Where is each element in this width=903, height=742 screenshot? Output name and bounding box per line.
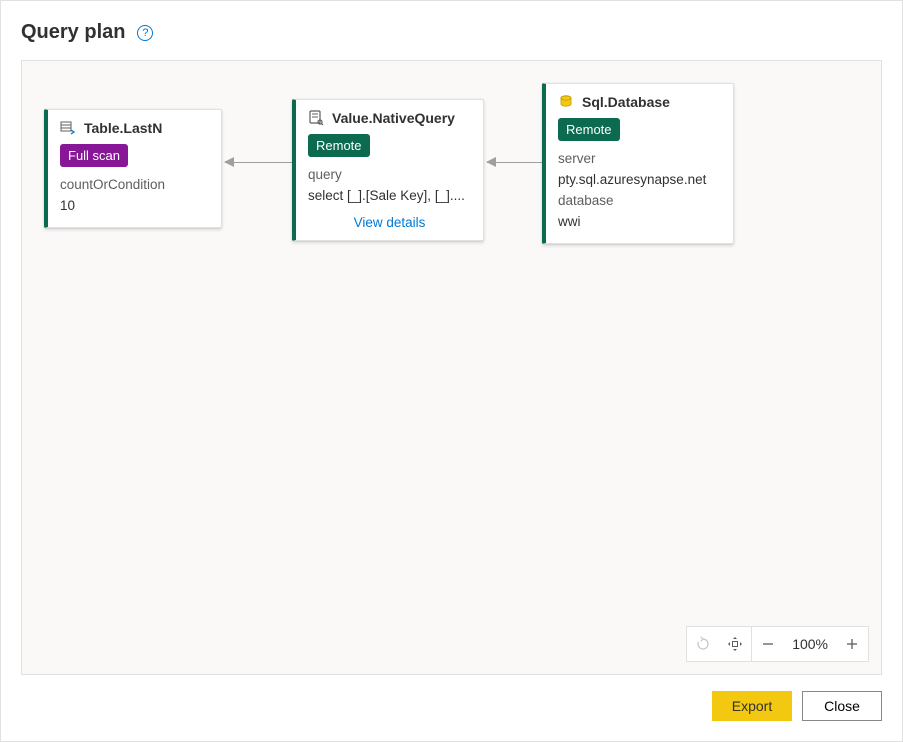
query-plan-dialog: Query plan ? Table.LastN Full scan c [0, 0, 903, 742]
dialog-header: Query plan ? [21, 21, 882, 44]
remote-badge: Remote [558, 118, 620, 141]
node-sql-database[interactable]: Sql.Database Remote server pty.sql.azure… [542, 83, 734, 244]
node-field-value: 10 [60, 196, 209, 217]
node-header: Sql.Database [558, 94, 721, 110]
flow-arrow [225, 162, 292, 163]
node-header: Value.NativeQuery [308, 110, 471, 126]
database-icon [558, 94, 574, 110]
remote-badge: Remote [308, 134, 370, 157]
zoom-in-icon[interactable] [836, 627, 868, 661]
node-title: Value.NativeQuery [332, 110, 455, 126]
node-value-nativequery[interactable]: Value.NativeQuery Remote query select [_… [292, 99, 484, 241]
zoom-level: 100% [784, 636, 836, 652]
nativequery-icon [308, 110, 324, 126]
node-title: Table.LastN [84, 120, 162, 136]
node-field-value: pty.sql.azuresynapse.net [558, 170, 721, 191]
zoom-toolbar: 100% [686, 626, 869, 662]
dialog-title: Query plan [21, 21, 125, 44]
node-title: Sql.Database [582, 94, 670, 110]
table-lastn-icon [60, 120, 76, 136]
fit-to-screen-icon[interactable] [719, 627, 751, 661]
dialog-footer: Export Close [21, 691, 882, 721]
export-button[interactable]: Export [712, 691, 792, 721]
node-field-value: wwi [558, 212, 721, 233]
reset-zoom-icon[interactable] [687, 627, 719, 661]
node-field-label: database [558, 191, 721, 212]
view-details-link[interactable]: View details [308, 215, 471, 230]
node-field-label: query [308, 165, 471, 186]
fullscan-badge: Full scan [60, 144, 128, 167]
help-icon[interactable]: ? [137, 25, 153, 41]
query-plan-canvas[interactable]: Table.LastN Full scan countOrCondition 1… [21, 60, 882, 675]
node-field-label: server [558, 149, 721, 170]
node-table-lastn[interactable]: Table.LastN Full scan countOrCondition 1… [44, 109, 222, 228]
node-field-value: select [_].[Sale Key], [_].... [308, 186, 471, 207]
zoom-out-icon[interactable] [752, 627, 784, 661]
flow-arrow [487, 162, 542, 163]
node-header: Table.LastN [60, 120, 209, 136]
node-field-label: countOrCondition [60, 175, 209, 196]
close-button[interactable]: Close [802, 691, 882, 721]
